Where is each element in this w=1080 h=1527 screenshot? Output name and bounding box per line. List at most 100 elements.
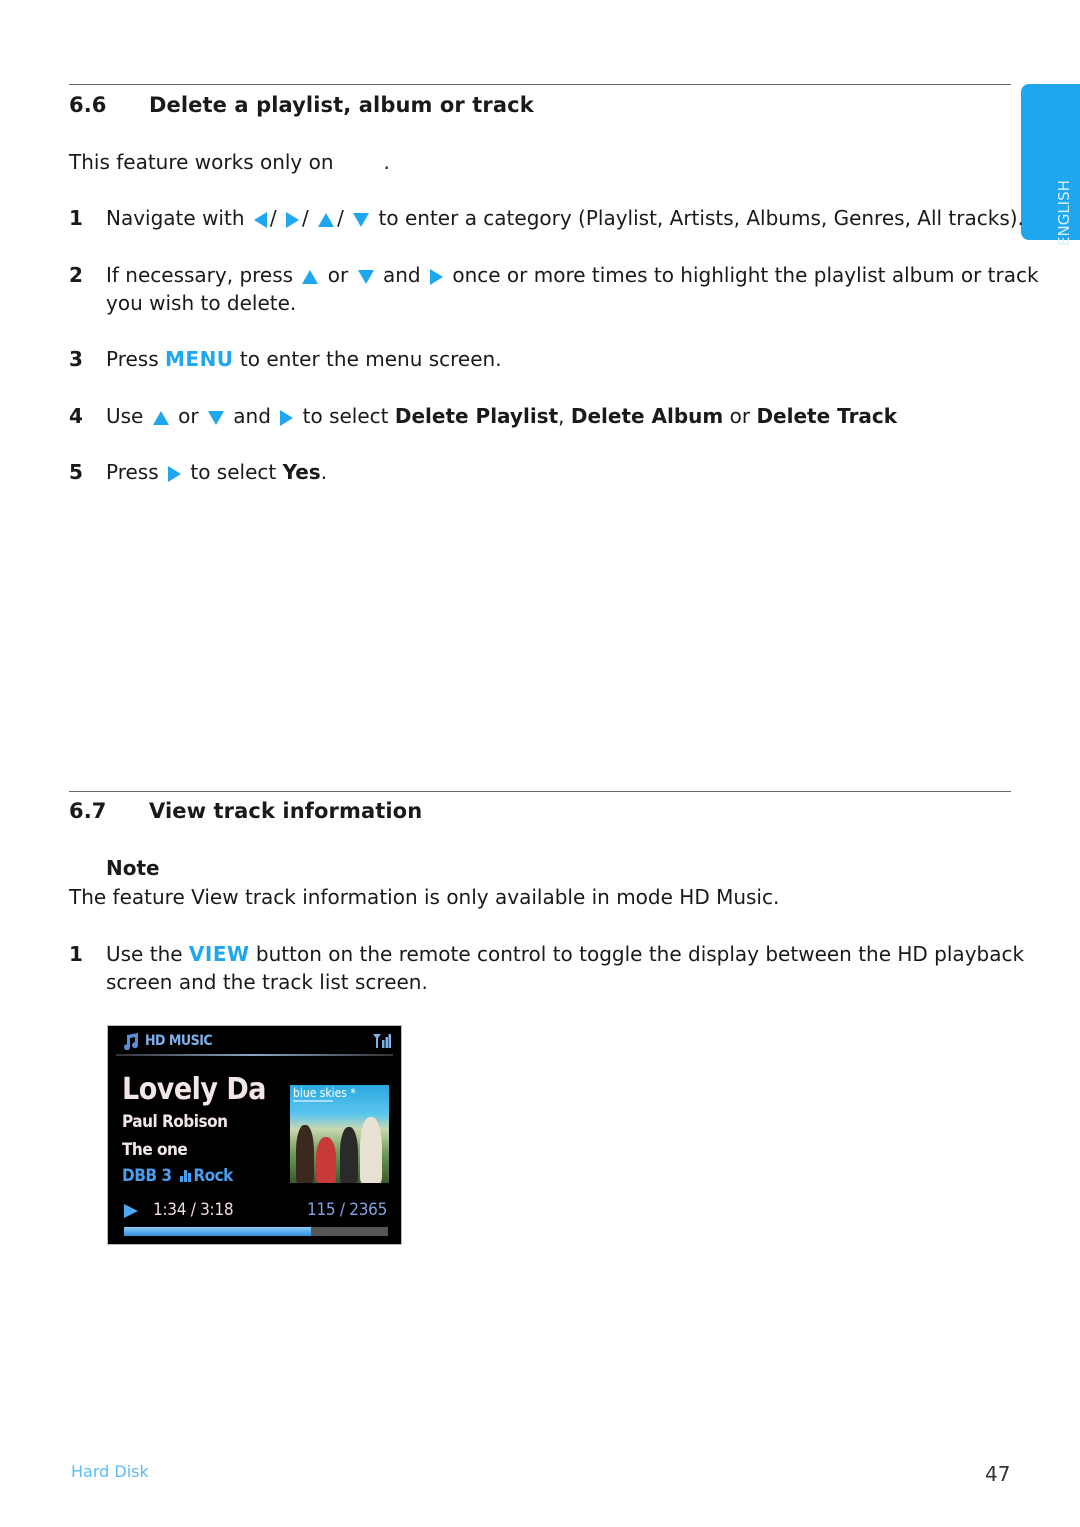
text: or: [327, 263, 349, 287]
down-arrow-icon: [353, 212, 370, 227]
step-text: Press to select Yes.: [106, 458, 1006, 486]
step-text: If necessary, press or and once or more …: [106, 261, 1039, 317]
view-button-label: VIEW: [188, 942, 250, 966]
separator: /: [301, 206, 309, 230]
section-heading-6-7: 6.7 View track information: [69, 799, 869, 827]
signal-strength-icon: [373, 1034, 391, 1048]
step-number: 3: [69, 347, 83, 371]
step-number: 2: [69, 263, 83, 287]
step-text: Press MENU to enter the menu screen.: [106, 345, 1006, 373]
artist-name: Paul Robison: [122, 1112, 228, 1132]
page-number: 47: [985, 1462, 1011, 1486]
step-4: 4 Use or and to select Delete Playlist, …: [69, 402, 1019, 430]
step-5: 5 Press to select Yes.: [69, 458, 1019, 486]
equalizer-icon: [180, 1170, 192, 1182]
intro-period: .: [383, 150, 390, 174]
text: you wish to delete.: [106, 291, 297, 315]
text: to select: [302, 404, 389, 428]
step-number: 1: [69, 206, 83, 230]
track-counter: 115 / 2365: [307, 1200, 387, 1220]
mode-label: HD MUSIC: [145, 1033, 213, 1049]
intro-paragraph: This feature works only on.: [69, 148, 390, 176]
step-3: 3 Press MENU to enter the menu screen.: [69, 345, 1019, 373]
text: Navigate with: [106, 206, 245, 230]
album-art-figure: [360, 1117, 382, 1183]
down-arrow-icon: [357, 269, 374, 284]
text: If necessary, press: [106, 263, 294, 287]
section-title: View track information: [149, 799, 423, 823]
track-title: Lovely Da: [122, 1072, 267, 1107]
note-heading: Note: [106, 856, 160, 880]
album-art-figure: [296, 1125, 314, 1183]
text: to enter a category (Playlist, Artists, …: [378, 206, 1024, 230]
step-2: 2 If necessary, press or and once or mor…: [69, 261, 1039, 317]
text: Use: [106, 404, 144, 428]
text: once or more times to highlight the play…: [452, 263, 1039, 287]
album-art-subtitle: [293, 1100, 333, 1102]
header-separator: [116, 1054, 393, 1056]
step-number: 5: [69, 460, 83, 484]
menu-button-label: MENU: [165, 347, 234, 371]
right-arrow-icon: [285, 211, 299, 228]
dbb-level: DBB 3: [122, 1166, 172, 1186]
left-arrow-icon: [253, 211, 267, 228]
right-arrow-icon: [429, 268, 443, 285]
text: or: [178, 404, 199, 428]
section-number: 6.6: [69, 93, 107, 117]
language-tab-label: ENGLISH: [1055, 180, 1073, 246]
text: to enter the menu screen.: [239, 347, 502, 371]
right-arrow-icon: [168, 465, 181, 482]
separator: /: [337, 206, 344, 230]
option-delete-track: Delete Track: [756, 404, 898, 428]
step-1: 1 Navigate with / / / to enter a categor…: [69, 204, 1024, 232]
option-yes: Yes: [282, 460, 321, 484]
album-art-figure: [316, 1137, 336, 1183]
progress-bar-fill: [124, 1227, 312, 1236]
step-number: 1: [69, 942, 83, 966]
genre: Rock: [193, 1166, 233, 1186]
progress-bar: [124, 1227, 388, 1236]
step-text: Use the VIEW button on the remote contro…: [106, 940, 1024, 996]
text: button on the remote control to toggle t…: [255, 942, 1025, 966]
step-text: Navigate with / / / to enter a category …: [106, 204, 1024, 232]
hd-music-screen: HD MUSIC Lovely Da Paul Robison The one …: [107, 1025, 402, 1245]
text: to select: [190, 460, 277, 484]
language-tab: ENGLISH: [1021, 84, 1080, 246]
up-arrow-icon: [152, 410, 169, 425]
option-delete-album: Delete Album: [570, 404, 724, 428]
text: ,: [558, 404, 565, 428]
text: and: [233, 404, 271, 428]
step-text: Use or and to select Delete Playlist, De…: [106, 402, 1006, 430]
section-heading-6-6: 6.6 Delete a playlist, album or track: [69, 93, 869, 121]
section-number: 6.7: [69, 799, 107, 823]
text: or: [729, 404, 751, 428]
right-arrow-icon: [280, 409, 294, 426]
sound-settings: DBB 3 Rock: [122, 1166, 233, 1186]
album-name: The one: [122, 1140, 188, 1160]
intro-text: This feature works only on: [69, 150, 334, 174]
footer-product-name: Hard Disk: [71, 1462, 149, 1481]
up-arrow-icon: [302, 269, 319, 284]
note-text: The feature View track information is on…: [69, 885, 780, 909]
text: Press: [106, 460, 159, 484]
text: Press: [106, 347, 159, 371]
text: screen and the track list screen.: [106, 970, 428, 994]
text: and: [382, 263, 421, 287]
music-note-icon: [124, 1033, 139, 1050]
step-1: 1 Use the VIEW button on the remote cont…: [69, 940, 1024, 996]
album-art-figure: [340, 1127, 358, 1183]
section-divider: [69, 84, 1011, 85]
mode-header: HD MUSIC: [122, 1032, 213, 1050]
text: Use the: [106, 942, 183, 966]
elapsed-total-time: 1:34 / 3:18: [153, 1200, 234, 1220]
up-arrow-icon: [318, 212, 335, 227]
album-art: blue skies *: [290, 1085, 389, 1183]
option-delete-playlist: Delete Playlist: [394, 404, 559, 428]
separator: /: [269, 206, 277, 230]
section-divider: [69, 791, 1011, 792]
step-number: 4: [69, 404, 83, 428]
play-icon: [124, 1204, 138, 1218]
down-arrow-icon: [207, 410, 224, 425]
section-title: Delete a playlist, album or track: [149, 93, 534, 117]
text: .: [320, 460, 328, 484]
